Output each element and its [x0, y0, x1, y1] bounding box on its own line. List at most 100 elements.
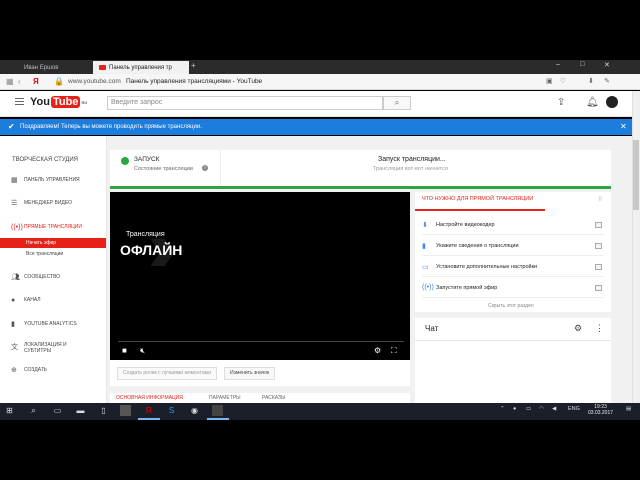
tab-dashboard[interactable]: Панель управления тр	[93, 61, 189, 74]
new-tab-button[interactable]: +	[191, 61, 196, 70]
notifications-icon[interactable]: 🔔︎	[586, 97, 599, 108]
tab-parameters[interactable]: ПАРАМЕТРЫ	[209, 395, 241, 401]
sidebar-subitem-all-streams[interactable]: Все трансляции	[0, 249, 106, 259]
maximize-button[interactable]: □	[580, 61, 584, 68]
wifi-icon[interactable]: ◠	[539, 406, 544, 412]
fullscreen-icon[interactable]: ⛶	[391, 346, 397, 356]
tab-ivan[interactable]: Иван Ершов	[18, 61, 92, 74]
drag-handle-icon[interactable]: ⠿	[598, 196, 602, 203]
notification-center-icon[interactable]: ▤	[626, 406, 631, 412]
sidebar-item-localization[interactable]: 文 ЛОКАЛИЗАЦИЯ И СУБТИТРЫ	[11, 341, 106, 355]
checkbox-icon[interactable]	[595, 222, 602, 228]
settings-icon[interactable]: ⚙	[374, 346, 381, 355]
sidebar-heading: ТВОРЧЕСКАЯ СТУДИЯ	[12, 157, 79, 163]
yandex-browser-icon[interactable]: Я	[143, 405, 154, 416]
skype-icon[interactable]: S	[166, 405, 177, 416]
sidebar-item-label: ПРЯМЫЕ ТРАНСЛЯЦИИ	[24, 224, 82, 230]
sidebar-item-label: СОЗДАТЬ	[24, 367, 48, 373]
create-highlights-button[interactable]: Создать ролик с лучшими моментами	[117, 367, 217, 380]
search-input[interactable]: Введите запрос	[107, 96, 383, 110]
help-icon[interactable]: ?	[202, 165, 208, 171]
language-indicator[interactable]: ENG	[568, 406, 580, 412]
photo-app-icon[interactable]	[212, 405, 223, 416]
chat-divider	[415, 340, 611, 341]
checklist-item-label: Установите дополнительные настройки	[436, 263, 538, 270]
tab-basic-info[interactable]: ОСНОВНАЯ ИНФОРМАЦИЯ	[116, 395, 183, 401]
sidebar-item-create[interactable]: ⊕ СОЗДАТЬ	[11, 365, 106, 375]
yandex-logo[interactable]: Я	[33, 77, 39, 86]
upload-icon[interactable]: ⇪	[557, 97, 565, 108]
sidebar-item-label: СООБЩЕСТВО	[24, 274, 61, 280]
chat-more-icon[interactable]: ⋮	[595, 323, 604, 334]
launch-title: Запуск трансляции...	[378, 156, 446, 163]
tray-up-icon[interactable]: ⌃	[500, 406, 505, 412]
task-view-icon[interactable]: ▭	[52, 405, 63, 416]
sidebar-item-community[interactable]: 👥︎ СООБЩЕСТВО	[11, 272, 106, 282]
logo-you: You	[30, 96, 50, 108]
tab-stories[interactable]: РАСКАЗЫ	[262, 395, 285, 401]
windows-start-icon[interactable]: ⊞	[4, 405, 15, 416]
translate-icon: 文	[11, 344, 18, 351]
clock-date: 03.03.2017	[588, 410, 614, 416]
status-sublabel: Состояние трансляции	[134, 166, 193, 172]
sidebar-item-analytics[interactable]: ▮ YOUTUBE ANALYTICS	[11, 319, 106, 329]
search-taskbar-icon[interactable]: ⌕	[28, 405, 39, 416]
volume-icon[interactable]: ◀	[552, 406, 556, 412]
bookmark-icon[interactable]: ♡	[560, 77, 566, 85]
youtube-logo[interactable]: You Tube RU	[30, 96, 87, 108]
sidebar-item-dashboard[interactable]: ▦ ПАНЕЛЬ УПРАВЛЕНИЯ	[11, 175, 106, 185]
channel-icon: ●	[11, 296, 16, 304]
status-label: ЗАПУСК	[134, 156, 160, 163]
sidebar-item-live[interactable]: ((•)) ПРЯМЫЕ ТРАНСЛЯЦИИ	[11, 222, 106, 232]
chat-settings-icon[interactable]: ⚙	[574, 323, 582, 334]
page-scrollbar[interactable]	[632, 91, 640, 403]
close-banner-icon[interactable]: ✕	[620, 119, 627, 135]
minimize-button[interactable]: –	[556, 61, 560, 68]
search-button[interactable]: ⌕	[383, 96, 411, 110]
lock-icon: 🔒	[54, 77, 64, 86]
avatar[interactable]	[606, 96, 618, 108]
mute-icon[interactable]: 🔇︎	[140, 346, 145, 356]
address-url[interactable]: www.youtube.com	[68, 78, 121, 85]
checklist-item-settings[interactable]: ▭ Установите дополнительные настройки	[422, 257, 604, 277]
chat-title: Чат	[425, 324, 439, 333]
address-page-title[interactable]: Панель управления трансляциями - YouTube	[126, 78, 262, 85]
checklist-title-underline	[415, 209, 545, 211]
downloads-icon[interactable]: ⬇	[588, 77, 594, 85]
checkbox-icon[interactable]	[595, 264, 602, 270]
stop-icon[interactable]: ■	[122, 346, 127, 355]
video-manager-icon: ☰	[11, 200, 18, 207]
obs-icon[interactable]: ◉	[189, 405, 200, 416]
reader-icon[interactable]: ▣	[546, 77, 553, 85]
progress-bar[interactable]	[118, 341, 404, 342]
status-indicator	[121, 157, 129, 165]
checklist-item-encoder[interactable]: ⬇ Настройте видеокодер	[422, 215, 604, 235]
scrollbar-thumb[interactable]	[633, 140, 639, 210]
checklist-item-go-live[interactable]: ((•)) Запустите прямой эфир	[422, 278, 604, 298]
tray-app-icon[interactable]: ●	[513, 406, 516, 412]
app-thumbnail-icon[interactable]	[120, 405, 131, 416]
search-icon: ⌕	[394, 98, 400, 107]
tab-label: Иван Ершов	[24, 64, 59, 71]
change-thumbnail-button[interactable]: Изменить значок	[224, 367, 276, 380]
card-icon: ▭	[422, 263, 429, 271]
clock[interactable]: 19:23 03.03.2017	[588, 404, 613, 416]
hide-section-link[interactable]: Скрыть этот раздел	[488, 303, 534, 309]
sidebar-item-label: ПАНЕЛЬ УПРАВЛЕНИЯ	[24, 177, 80, 183]
close-window-button[interactable]: ✕	[604, 61, 610, 69]
sidebar-item-label: YOUTUBE ANALYTICS	[24, 321, 77, 327]
checkbox-icon[interactable]	[595, 285, 602, 291]
sidebar-item-channel[interactable]: ● КАНАЛ	[11, 295, 106, 305]
explorer-icon[interactable]: ▬	[75, 405, 86, 416]
sidebar-subitem-start-live[interactable]: Начать эфир	[0, 238, 106, 248]
banner-text: Поздравляем! Теперь вы можете проводить …	[20, 124, 202, 130]
checklist-item-info[interactable]: ▮ Укажите сведения о трансляции	[422, 236, 604, 256]
sidebar-item-video-manager[interactable]: ☰ МЕНЕДЖЕР ВИДЕО	[11, 198, 106, 208]
extensions-icon[interactable]: ✎	[604, 77, 610, 85]
checkbox-icon[interactable]	[595, 243, 602, 249]
file-icon[interactable]: ▯	[98, 405, 109, 416]
menu-icon[interactable]	[15, 98, 24, 105]
network-icon[interactable]: ▭	[526, 406, 531, 412]
grid-icon[interactable]: ▦	[6, 77, 14, 86]
back-arrow-icon[interactable]: ‹	[18, 77, 21, 86]
